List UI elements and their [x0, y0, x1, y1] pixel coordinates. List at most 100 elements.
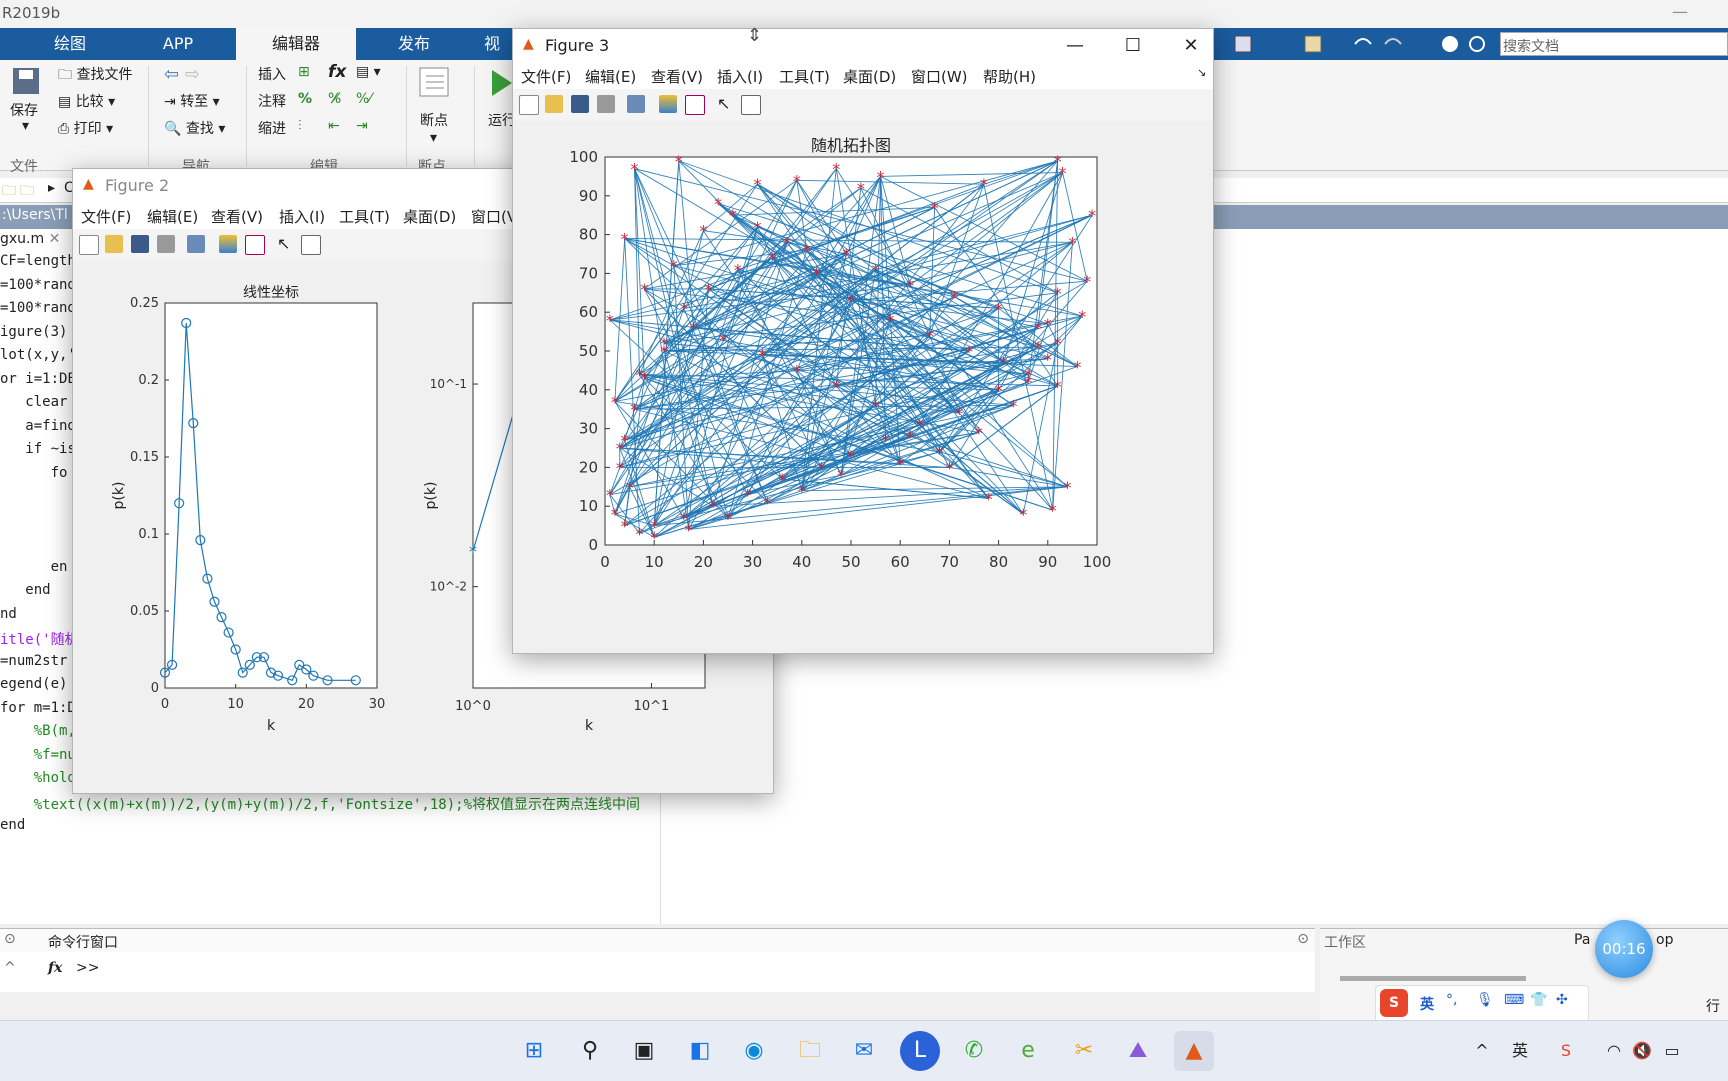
- ime-punct[interactable]: °,: [1446, 992, 1457, 1008]
- photos-icon[interactable]: ⛰: [1118, 1031, 1158, 1071]
- fx-icon[interactable]: fx: [48, 960, 62, 976]
- ime-toolbar[interactable]: S 英 °, 🎙 ⌨ 👕 ✣: [1375, 985, 1589, 1023]
- tab-editor[interactable]: 编辑器: [236, 28, 356, 60]
- fig2-menu-file[interactable]: 文件(F): [81, 206, 131, 227]
- code-line[interactable]: end: [0, 817, 25, 833]
- code-line[interactable]: if ~is: [0, 441, 76, 457]
- code-line[interactable]: for m=1:D: [0, 700, 76, 716]
- scrollbar[interactable]: [1340, 976, 1526, 981]
- task-view-icon[interactable]: ▣: [624, 1031, 664, 1071]
- fig3-menu-help[interactable]: 帮助(H): [983, 66, 1036, 87]
- file-explorer-icon[interactable]: 🗀: [790, 1031, 830, 1071]
- print-figure-icon[interactable]: [157, 235, 175, 253]
- insert-section-icon[interactable]: ⊞: [298, 64, 310, 80]
- code-line[interactable]: fo: [0, 465, 68, 481]
- code-line[interactable]: %text((x(m)+x(m))/2,(y(m)+y(m))/2,f,'Fon…: [0, 794, 640, 814]
- microphone-icon[interactable]: 🎙: [1476, 992, 1494, 1008]
- figure-3-titlebar[interactable]: ▲ Figure 3 ⇕ — ☐ ✕: [513, 25, 1213, 63]
- code-line[interactable]: a=find: [0, 418, 76, 434]
- fig3-menu-tools[interactable]: 工具(T): [779, 66, 830, 87]
- code-line[interactable]: igure(3): [0, 324, 67, 340]
- quick-access-icons[interactable]: [1215, 28, 1500, 60]
- snipping-tool-icon[interactable]: ✂: [1064, 1031, 1104, 1071]
- fx-icon[interactable]: fx: [328, 62, 346, 82]
- tab-plots[interactable]: 绘图: [20, 28, 120, 60]
- code-line[interactable]: egend(e): [0, 676, 67, 692]
- fig3-menu-window[interactable]: 窗口(W): [911, 66, 968, 87]
- breakpoints-button[interactable]: 断点: [420, 110, 448, 130]
- toolbox-icon[interactable]: ✣: [1556, 992, 1568, 1008]
- command-window-menu-icon[interactable]: ⊙: [1297, 931, 1309, 947]
- save-dropdown-icon[interactable]: ▾: [22, 118, 29, 134]
- maximize-button[interactable]: ☐: [1113, 33, 1153, 59]
- save-figure-icon[interactable]: [131, 235, 149, 253]
- fig3-menu-file[interactable]: 文件(F): [521, 66, 571, 87]
- editor-tab[interactable]: gxu.m ✕: [0, 231, 60, 247]
- minimize-button[interactable]: —: [1055, 33, 1095, 59]
- insert-button[interactable]: 插入: [258, 64, 286, 84]
- search-icon[interactable]: ⚲: [570, 1031, 610, 1071]
- pointer-icon[interactable]: ↖: [277, 235, 295, 253]
- fig2-menu-view[interactable]: 查看(V): [211, 206, 263, 227]
- tab-apps[interactable]: APP: [128, 28, 228, 60]
- code-line[interactable]: itle('随机: [0, 629, 79, 649]
- recording-timer[interactable]: 00:16: [1595, 920, 1653, 978]
- fig3-menu-view[interactable]: 查看(V): [651, 66, 703, 87]
- comment-button[interactable]: 注释: [258, 91, 286, 111]
- fig2-menu-desktop[interactable]: 桌面(D): [403, 206, 456, 227]
- colorbar-icon[interactable]: [659, 95, 677, 113]
- fig2-menu-window[interactable]: 窗口(V: [471, 206, 517, 227]
- code-line[interactable]: =100*rand: [0, 277, 76, 293]
- search-docs-input[interactable]: 搜索文档: [1500, 32, 1728, 56]
- fig3-menu-desktop[interactable]: 桌面(D): [843, 66, 896, 87]
- browser-e-icon[interactable]: e: [1008, 1031, 1048, 1071]
- find-file-button[interactable]: 🗀 查找文件: [58, 64, 132, 88]
- wrap-comment-icon[interactable]: %⁄: [356, 91, 372, 107]
- chevron-up-icon[interactable]: ^: [1462, 1031, 1502, 1071]
- code-line[interactable]: lot(x,y,': [0, 347, 76, 363]
- percent-icon[interactable]: %: [298, 91, 312, 107]
- ime-tray-icon[interactable]: 英: [1500, 1031, 1540, 1071]
- collapse-icon[interactable]: ⊙: [4, 931, 16, 947]
- tab-view[interactable]: 视: [472, 28, 512, 60]
- open-file-icon[interactable]: [545, 95, 563, 113]
- print-figure-icon[interactable]: [597, 95, 615, 113]
- goto-button[interactable]: ⇥ 转至 ▾: [164, 91, 220, 111]
- breakpoints-icon[interactable]: [418, 66, 450, 98]
- widgets-icon[interactable]: ◧: [680, 1031, 720, 1071]
- property-editor-icon[interactable]: [301, 235, 321, 255]
- fig3-menu-insert[interactable]: 插入(I): [717, 66, 763, 87]
- run-icon[interactable]: [490, 68, 514, 98]
- legend-icon[interactable]: [685, 95, 705, 115]
- code-line[interactable]: clear: [0, 394, 67, 410]
- keyboard-icon[interactable]: ⌨: [1504, 992, 1524, 1008]
- code-line[interactable]: end: [0, 582, 50, 598]
- skin-icon[interactable]: 👕: [1530, 992, 1547, 1008]
- new-figure-icon[interactable]: [79, 235, 99, 255]
- scroll-up-icon[interactable]: ^: [4, 960, 16, 976]
- decrease-indent-icon[interactable]: ⇤: [328, 118, 340, 134]
- tab-publish[interactable]: 发布: [364, 28, 464, 60]
- code-line[interactable]: =100*rand: [0, 300, 76, 316]
- sogou-tray-icon[interactable]: S: [1546, 1031, 1586, 1071]
- back-arrow-icon[interactable]: ⇦ ⇨: [164, 64, 200, 85]
- figure-3-window[interactable]: ▲ Figure 3 ⇕ — ☐ ✕ 文件(F) 编辑(E) 查看(V) 插入(…: [512, 25, 1214, 654]
- save-icon[interactable]: [10, 66, 44, 96]
- wechat-icon[interactable]: ✆: [954, 1031, 994, 1071]
- lenovo-l-icon[interactable]: L: [900, 1031, 940, 1071]
- pointer-icon[interactable]: ↖: [717, 95, 735, 113]
- uncomment-icon[interactable]: %̸: [328, 91, 341, 107]
- compare-button[interactable]: ▤ 比较 ▾: [58, 91, 115, 111]
- print-button[interactable]: ⎙ 打印 ▾: [58, 118, 113, 138]
- battery-icon[interactable]: ▭: [1652, 1031, 1692, 1071]
- edge-icon[interactable]: ◉: [734, 1031, 774, 1071]
- code-line[interactable]: =num2str: [0, 653, 67, 669]
- code-line[interactable]: CF=length: [0, 253, 76, 269]
- indent-button[interactable]: 缩进: [258, 118, 286, 138]
- fig3-menu-edit[interactable]: 编辑(E): [585, 66, 636, 87]
- command-window[interactable]: ^ fx >>: [0, 952, 1315, 992]
- sogou-logo-icon[interactable]: S: [1380, 989, 1408, 1017]
- find-button[interactable]: 🔍 查找 ▾: [164, 118, 225, 138]
- open-file-icon[interactable]: [105, 235, 123, 253]
- close-tab-icon[interactable]: ✕: [49, 231, 61, 247]
